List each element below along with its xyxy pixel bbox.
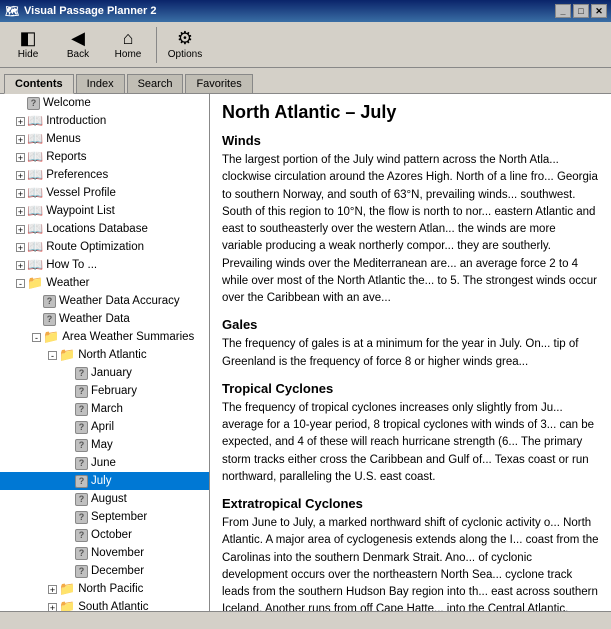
home-button[interactable]: ⌂ Home bbox=[104, 25, 152, 65]
sidebar: ?Welcome+📖Introduction+📖Menus+📖Reports+📖… bbox=[0, 94, 210, 611]
content-area: North Atlantic – July Winds The largest p… bbox=[210, 94, 611, 611]
tree-label-welcome: Welcome bbox=[43, 97, 91, 109]
tree-label-december: December bbox=[91, 565, 144, 577]
tree-label-may: May bbox=[91, 439, 113, 451]
tree-item-south-atlantic[interactable]: +📁South Atlantic bbox=[0, 598, 209, 611]
back-button[interactable]: ◀ Back bbox=[54, 25, 102, 65]
tab-bar: Contents Index Search Favorites bbox=[0, 68, 611, 94]
tree-label-north-atlantic: North Atlantic bbox=[78, 349, 146, 361]
tree-item-north-pacific[interactable]: +📁North Pacific bbox=[0, 580, 209, 598]
tree-item-route-opt[interactable]: +📖Route Optimization bbox=[0, 238, 209, 256]
tree-item-july[interactable]: ?July bbox=[0, 472, 209, 490]
tree-label-vessel-profile: Vessel Profile bbox=[46, 187, 116, 199]
statusbar bbox=[0, 611, 611, 629]
tree-item-weather[interactable]: -📁Weather bbox=[0, 274, 209, 292]
tree-item-may[interactable]: ?May bbox=[0, 436, 209, 454]
tree-label-north-pacific: North Pacific bbox=[78, 583, 143, 595]
home-icon: ⌂ bbox=[123, 29, 134, 47]
home-label: Home bbox=[115, 49, 142, 60]
section-heading: Extratropical Cyclones bbox=[222, 496, 599, 511]
tree-item-june[interactable]: ?June bbox=[0, 454, 209, 472]
tree-label-january: January bbox=[91, 367, 132, 379]
options-button[interactable]: ⚙ Options bbox=[161, 25, 209, 65]
tree-label-march: March bbox=[91, 403, 123, 415]
options-icon: ⚙ bbox=[177, 29, 193, 47]
tab-index[interactable]: Index bbox=[76, 74, 125, 93]
toolbar: ◧ Hide ◀ Back ⌂ Home ⚙ Options bbox=[0, 22, 611, 68]
hide-icon: ◧ bbox=[19, 29, 36, 47]
tree-label-weather-data: Weather Data bbox=[59, 313, 130, 325]
tree-label-waypoint-list: Waypoint List bbox=[46, 205, 115, 217]
tree-label-route-opt: Route Optimization bbox=[46, 241, 144, 253]
tree-item-welcome[interactable]: ?Welcome bbox=[0, 94, 209, 112]
tree-item-reports[interactable]: +📖Reports bbox=[0, 148, 209, 166]
window-controls[interactable]: _ □ ✕ bbox=[555, 4, 607, 18]
tree-label-september: September bbox=[91, 511, 147, 523]
content-paragraph: The largest portion of the July wind pat… bbox=[222, 152, 599, 307]
tree-item-february[interactable]: ?February bbox=[0, 382, 209, 400]
tree-label-reports: Reports bbox=[46, 151, 86, 163]
back-icon: ◀ bbox=[71, 29, 85, 47]
content-title: North Atlantic – July bbox=[222, 102, 599, 123]
tree-label-south-atlantic: South Atlantic bbox=[78, 601, 148, 611]
minimize-button[interactable]: _ bbox=[555, 4, 571, 18]
tree-item-north-atlantic[interactable]: -📁North Atlantic bbox=[0, 346, 209, 364]
tree-label-october: October bbox=[91, 529, 132, 541]
tree-item-weather-data-acc[interactable]: ?Weather Data Accuracy bbox=[0, 292, 209, 310]
tree-item-how-to[interactable]: +📖How To ... bbox=[0, 256, 209, 274]
section-heading: Winds bbox=[222, 133, 599, 148]
tree-item-locations-db[interactable]: +📖Locations Database bbox=[0, 220, 209, 238]
tree-item-march[interactable]: ?March bbox=[0, 400, 209, 418]
tree-item-december[interactable]: ?December bbox=[0, 562, 209, 580]
tree-label-november: November bbox=[91, 547, 144, 559]
content-paragraph: The frequency of gales is at a minimum f… bbox=[222, 336, 599, 371]
section-heading: Tropical Cyclones bbox=[222, 381, 599, 396]
tree-label-how-to: How To ... bbox=[46, 259, 97, 271]
tree-label-area-weather: Area Weather Summaries bbox=[62, 331, 194, 343]
hide-button[interactable]: ◧ Hide bbox=[4, 25, 52, 65]
tree-item-preferences[interactable]: +📖Preferences bbox=[0, 166, 209, 184]
tree-item-august[interactable]: ?August bbox=[0, 490, 209, 508]
tree-label-february: February bbox=[91, 385, 137, 397]
tree-label-april: April bbox=[91, 421, 114, 433]
tree-item-area-weather[interactable]: -📁Area Weather Summaries bbox=[0, 328, 209, 346]
tree-label-july: July bbox=[91, 475, 111, 487]
tree-item-menus[interactable]: +📖Menus bbox=[0, 130, 209, 148]
tree-item-weather-data[interactable]: ?Weather Data bbox=[0, 310, 209, 328]
section-heading: Gales bbox=[222, 317, 599, 332]
back-label: Back bbox=[67, 49, 89, 60]
tree-item-october[interactable]: ?October bbox=[0, 526, 209, 544]
tree-item-january[interactable]: ?January bbox=[0, 364, 209, 382]
tree-item-september[interactable]: ?September bbox=[0, 508, 209, 526]
titlebar: 🗺 Visual Passage Planner 2 _ □ ✕ bbox=[0, 0, 611, 22]
tree-label-preferences: Preferences bbox=[46, 169, 108, 181]
main-area: ?Welcome+📖Introduction+📖Menus+📖Reports+📖… bbox=[0, 94, 611, 611]
tree-label-menus: Menus bbox=[46, 133, 81, 145]
app-title: Visual Passage Planner 2 bbox=[24, 5, 156, 17]
tree-item-november[interactable]: ?November bbox=[0, 544, 209, 562]
tab-favorites[interactable]: Favorites bbox=[185, 74, 252, 93]
hide-label: Hide bbox=[18, 49, 39, 60]
sidebar-scroll[interactable]: ?Welcome+📖Introduction+📖Menus+📖Reports+📖… bbox=[0, 94, 209, 611]
tab-contents[interactable]: Contents bbox=[4, 74, 74, 94]
tree-label-june: June bbox=[91, 457, 116, 469]
tree-label-introduction: Introduction bbox=[46, 115, 106, 127]
close-button[interactable]: ✕ bbox=[591, 4, 607, 18]
tree-label-weather-data-acc: Weather Data Accuracy bbox=[59, 295, 180, 307]
tree-item-introduction[interactable]: +📖Introduction bbox=[0, 112, 209, 130]
tree-item-waypoint-list[interactable]: +📖Waypoint List bbox=[0, 202, 209, 220]
tree-label-weather: Weather bbox=[46, 277, 89, 289]
content-paragraph: The frequency of tropical cyclones incre… bbox=[222, 400, 599, 486]
content-paragraph: From June to July, a marked northward sh… bbox=[222, 515, 599, 611]
maximize-button[interactable]: □ bbox=[573, 4, 589, 18]
tree-label-locations-db: Locations Database bbox=[46, 223, 148, 235]
tree-label-august: August bbox=[91, 493, 127, 505]
options-label: Options bbox=[168, 49, 202, 60]
tab-search[interactable]: Search bbox=[127, 74, 184, 93]
tree-item-vessel-profile[interactable]: +📖Vessel Profile bbox=[0, 184, 209, 202]
toolbar-divider bbox=[156, 27, 157, 63]
tree-item-april[interactable]: ?April bbox=[0, 418, 209, 436]
app-icon: 🗺 bbox=[4, 3, 20, 19]
